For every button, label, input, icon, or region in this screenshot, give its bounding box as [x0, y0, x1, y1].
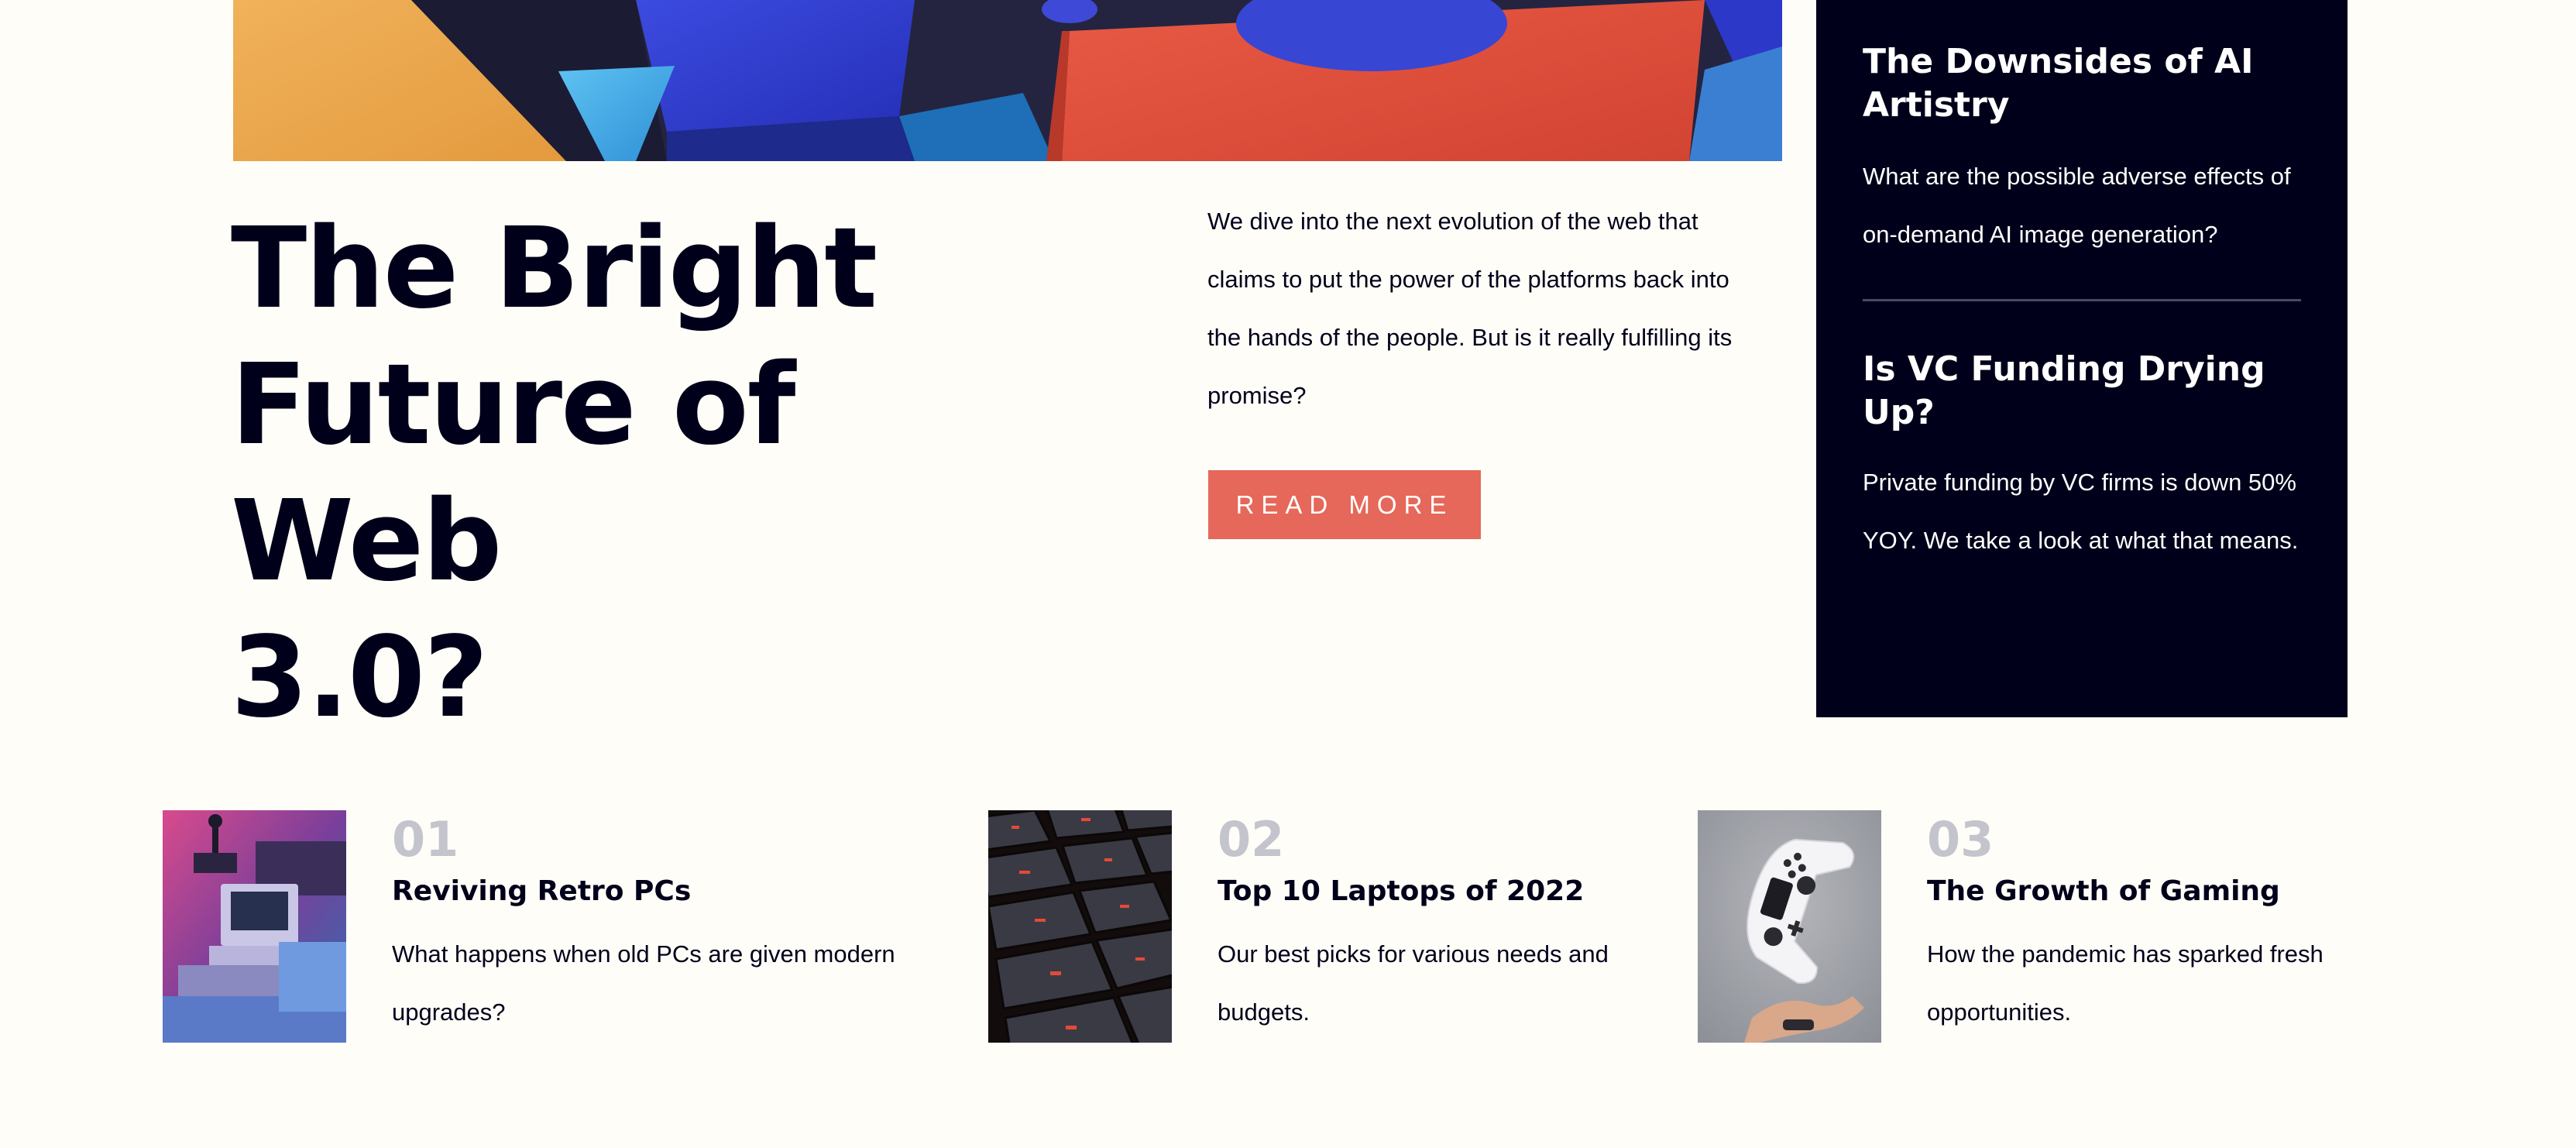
retro-pc-image[interactable] — [163, 810, 346, 1043]
article-title[interactable]: Top 10 Laptops of 2022 — [1218, 874, 1760, 909]
article-text: Our best picks for various needs and bud… — [1218, 940, 1609, 1026]
sidebar-featured: The Downsides of AI Artistry What are th… — [1816, 0, 2348, 717]
hero-description: We dive into the next evolution of the w… — [1207, 208, 1733, 409]
article-number: 02 — [1218, 811, 1285, 868]
article-text: How the pandemic has sparked fresh oppor… — [1927, 940, 2324, 1026]
gamepad-image[interactable] — [1698, 810, 1881, 1043]
sidebar-article-text: What are the possible adverse effects of… — [1863, 163, 2291, 248]
read-more-button[interactable]: READ MORE — [1208, 470, 1481, 539]
sidebar-article-title[interactable]: Is VC Funding Drying Up? — [1863, 348, 2301, 435]
sidebar-divider — [1863, 299, 2301, 301]
article-text: What happens when old PCs are given mode… — [392, 940, 895, 1026]
hero-title-line: The Bright — [231, 203, 878, 333]
hero-title-line: 3.0? — [231, 612, 489, 742]
sidebar-article-title[interactable]: The Downsides of AI Artistry — [1863, 40, 2301, 127]
article-title[interactable]: Reviving Retro PCs — [392, 874, 934, 909]
sidebar-article[interactable]: Is VC Funding Drying Up? Private funding… — [1863, 348, 2301, 569]
article-body: 02 Top 10 Laptops of 2022 Our best picks… — [1218, 810, 1760, 1041]
sidebar-article[interactable]: The Downsides of AI Artistry What are th… — [1863, 40, 2301, 263]
hero-title-line: Future of Web — [231, 339, 795, 606]
sidebar-article-text: Private funding by VC firms is down 50% … — [1863, 469, 2299, 554]
article-number: 01 — [392, 811, 459, 868]
page: The Bright Future of Web 3.0? We dive in… — [0, 0, 2576, 1148]
hero-title[interactable]: The Bright Future of Web 3.0? — [231, 200, 1083, 745]
article-number: 03 — [1927, 811, 1994, 868]
abstract-blocks-illustration — [233, 0, 1782, 161]
article-body: 01 Reviving Retro PCs What happens when … — [392, 810, 934, 1041]
laptop-keyboard-image[interactable] — [988, 810, 1172, 1043]
article-body: 03 The Growth of Gaming How the pandemic… — [1927, 810, 2469, 1041]
hero-image[interactable] — [233, 0, 1782, 161]
article-title[interactable]: The Growth of Gaming — [1927, 874, 2469, 909]
